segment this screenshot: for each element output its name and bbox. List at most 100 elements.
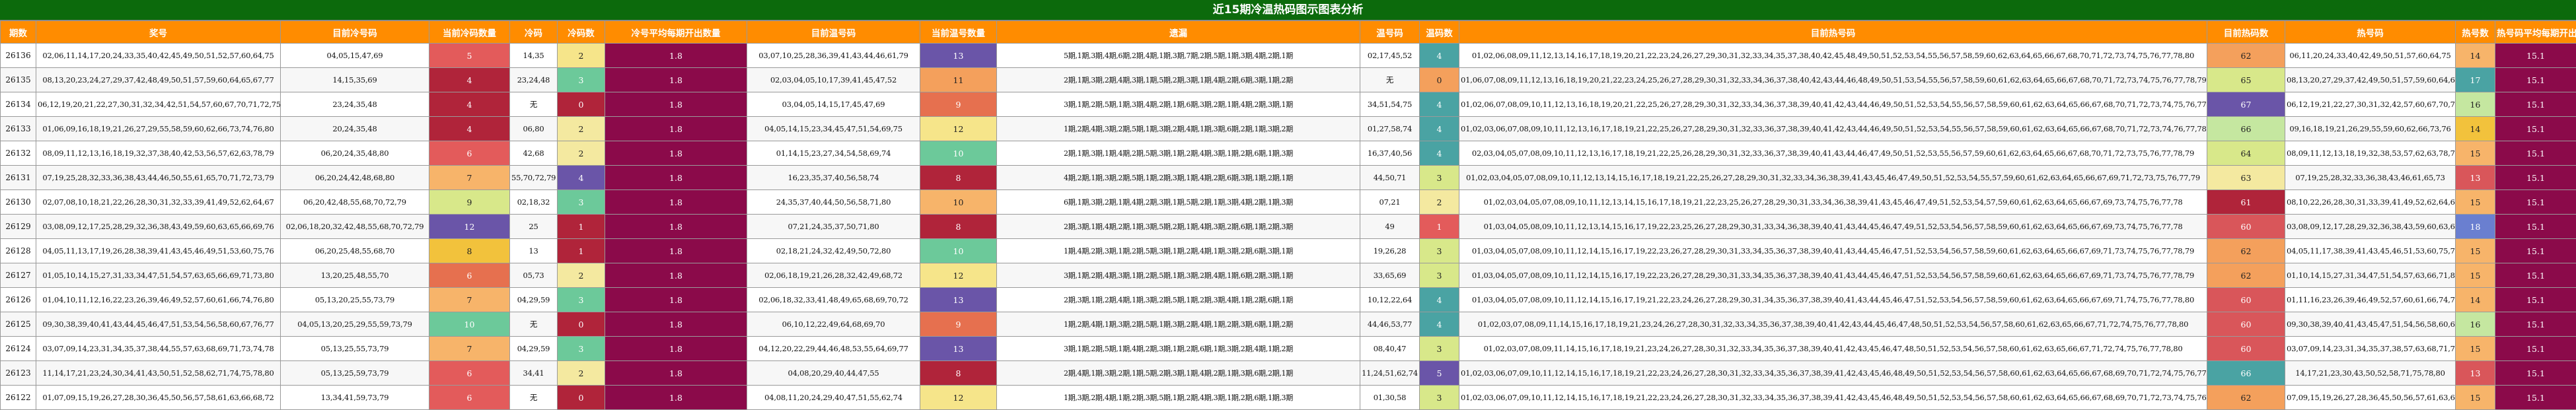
cold-hit-count-cell: 3: [558, 190, 605, 215]
hot-count-cell: 60: [2207, 215, 2285, 239]
hot-avg-cell: 15.1: [2495, 288, 2576, 312]
miss-cell: 5期,1期,3期,4期,6期,2期,4期,1期,3期,7期,2期,5期,1期,3…: [997, 44, 1360, 68]
table-row: 2612804,05,11,13,17,19,26,28,38,39,41,43…: [1, 239, 2576, 263]
hot-hit-cell: 07,09,15,19,26,27,28,36,45,50,56,57,61,6…: [2285, 386, 2456, 410]
cold-hit-count-cell: 0: [558, 92, 605, 117]
cold-count-cell: 7: [429, 288, 510, 312]
table-row: 2613002,07,08,10,18,21,22,26,28,30,31,32…: [1, 190, 2576, 215]
table-row: 2612903,08,09,12,17,25,28,29,32,36,38,43…: [1, 215, 2576, 239]
warm-hit-cell: 01,30,58: [1360, 386, 1420, 410]
cold-numbers-cell: 20,24,35,48: [281, 117, 429, 141]
column-header: 目前温号码: [747, 21, 920, 44]
table-row: 2612201,07,09,15,19,26,27,28,30,36,45,50…: [1, 386, 2576, 410]
warm-count-cell: 13: [920, 288, 997, 312]
column-header: 温号码: [1360, 21, 1420, 44]
draw-numbers-cell: 02,06,11,14,17,20,24,33,35,40,42,45,49,5…: [36, 44, 281, 68]
warm-hit-count-cell: 3: [1420, 386, 1459, 410]
period-cell: 26122: [1, 386, 36, 410]
cold-count-cell: 7: [429, 166, 510, 190]
warm-count-cell: 12: [920, 386, 997, 410]
table-row: 2612601,04,10,11,12,16,22,23,26,39,46,49…: [1, 288, 2576, 312]
warm-count-cell: 8: [920, 361, 997, 386]
warm-hit-cell: 49: [1360, 215, 1420, 239]
draw-numbers-cell: 01,05,10,14,15,27,31,33,34,47,51,54,57,6…: [36, 263, 281, 288]
hot-hit-count-cell: 17: [2456, 68, 2495, 92]
warm-count-cell: 13: [920, 337, 997, 361]
hot-numbers-cell: 01,03,04,05,07,08,09,10,11,12,14,15,16,1…: [1459, 239, 2207, 263]
draw-numbers-cell: 07,19,25,28,32,33,36,38,43,44,46,50,55,6…: [36, 166, 281, 190]
draw-numbers-cell: 06,12,19,20,21,22,27,30,31,32,34,42,51,5…: [36, 92, 281, 117]
cold-numbers-cell: 05,13,25,55,73,79: [281, 337, 429, 361]
warm-numbers-cell: 03,04,05,14,15,17,45,47,69: [747, 92, 920, 117]
hot-hit-count-cell: 13: [2456, 361, 2495, 386]
hot-hit-count-cell: 18: [2456, 215, 2495, 239]
warm-hit-cell: 02,17,45,52: [1360, 44, 1420, 68]
warm-count-cell: 10: [920, 141, 997, 166]
table-row: 2612509,30,38,39,40,41,43,44,45,46,47,51…: [1, 312, 2576, 337]
warm-hit-cell: 10,12,22,64: [1360, 288, 1420, 312]
cold-numbers-cell: 06,20,24,35,48,80: [281, 141, 429, 166]
warm-numbers-cell: 03,07,10,25,28,36,39,41,43,44,46,61,79: [747, 44, 920, 68]
table-row: 2612403,07,09,14,23,31,34,35,37,38,44,55…: [1, 337, 2576, 361]
draw-numbers-cell: 02,07,08,10,18,21,22,26,28,30,31,32,33,3…: [36, 190, 281, 215]
column-header: 冷号平均每期开出数量: [605, 21, 747, 44]
period-cell: 26123: [1, 361, 36, 386]
cold-avg-cell: 1.8: [605, 141, 747, 166]
warm-numbers-cell: 02,06,18,32,33,41,48,49,65,68,69,70,72: [747, 288, 920, 312]
period-cell: 26134: [1, 92, 36, 117]
period-cell: 26125: [1, 312, 36, 337]
hot-numbers-cell: 01,03,04,05,07,08,09,10,11,12,14,15,16,1…: [1459, 288, 2207, 312]
draw-numbers-cell: 01,04,10,11,12,16,22,23,26,39,46,49,52,5…: [36, 288, 281, 312]
miss-cell: 2期,1期,3期,1期,4期,2期,5期,3期,1期,2期,4期,3期,1期,2…: [997, 141, 1360, 166]
cold-hit-count-cell: 2: [558, 361, 605, 386]
cold-hit-cell: 55,70,72,79: [510, 166, 558, 190]
period-cell: 26124: [1, 337, 36, 361]
draw-numbers-cell: 03,08,09,12,17,25,28,29,32,36,38,43,49,5…: [36, 215, 281, 239]
column-header: 遗漏: [997, 21, 1360, 44]
hot-hit-count-cell: 14: [2456, 44, 2495, 68]
warm-hit-count-cell: 3: [1420, 337, 1459, 361]
table-row: 2613107,19,25,28,32,33,36,38,43,44,46,50…: [1, 166, 2576, 190]
column-header: 热号数: [2456, 21, 2495, 44]
page-title: 近15期冷温热码图示图表分析: [0, 0, 2576, 20]
warm-count-cell: 13: [920, 44, 997, 68]
period-cell: 26133: [1, 117, 36, 141]
hot-count-cell: 60: [2207, 312, 2285, 337]
hot-hit-count-cell: 16: [2456, 92, 2495, 117]
hot-avg-cell: 15.1: [2495, 337, 2576, 361]
warm-hit-count-cell: 5: [1420, 361, 1459, 386]
hot-avg-cell: 15.1: [2495, 117, 2576, 141]
cold-numbers-cell: 04,05,13,20,25,29,55,59,73,79: [281, 312, 429, 337]
cold-numbers-cell: 02,06,18,20,32,42,48,55,68,70,72,79: [281, 215, 429, 239]
cold-numbers-cell: 13,34,41,59,73,79: [281, 386, 429, 410]
draw-numbers-cell: 01,06,09,16,18,19,21,26,27,29,55,58,59,6…: [36, 117, 281, 141]
hot-hit-count-cell: 14: [2456, 288, 2495, 312]
hot-hit-cell: 14,17,21,23,30,43,50,52,58,71,75,78,80: [2285, 361, 2456, 386]
warm-numbers-cell: 02,18,21,24,32,42,49,50,72,80: [747, 239, 920, 263]
cold-hit-count-cell: 0: [558, 312, 605, 337]
warm-hit-cell: 34,51,54,75: [1360, 92, 1420, 117]
warm-hit-count-cell: 3: [1420, 166, 1459, 190]
warm-hit-cell: 08,40,47: [1360, 337, 1420, 361]
cold-hit-count-cell: 1: [558, 239, 605, 263]
warm-numbers-cell: 06,10,12,22,49,64,68,69,70: [747, 312, 920, 337]
cold-numbers-cell: 04,05,15,47,69: [281, 44, 429, 68]
warm-hit-count-cell: 4: [1420, 141, 1459, 166]
column-header: 目前冷号码: [281, 21, 429, 44]
cold-hit-cell: 13: [510, 239, 558, 263]
hot-hit-cell: 08,10,22,26,28,30,31,33,39,41,49,52,62,6…: [2285, 190, 2456, 215]
column-header: 热号码: [2285, 21, 2456, 44]
cold-avg-cell: 1.8: [605, 215, 747, 239]
hot-avg-cell: 15.1: [2495, 239, 2576, 263]
cold-avg-cell: 1.8: [605, 44, 747, 68]
cold-hit-count-cell: 4: [558, 166, 605, 190]
miss-cell: 2期,3期,1期,2期,4期,1期,3期,2期,5期,1期,2期,3期,4期,1…: [997, 288, 1360, 312]
hot-avg-cell: 15.1: [2495, 312, 2576, 337]
cold-count-cell: 4: [429, 117, 510, 141]
warm-count-cell: 12: [920, 263, 997, 288]
miss-cell: 4期,2期,1期,3期,2期,5期,1期,2期,3期,1期,4期,2期,6期,3…: [997, 166, 1360, 190]
hot-hit-count-cell: 16: [2456, 312, 2495, 337]
warm-count-cell: 9: [920, 92, 997, 117]
hot-numbers-cell: 02,03,04,05,07,08,09,10,11,12,13,16,17,1…: [1459, 141, 2207, 166]
warm-hit-count-cell: 3: [1420, 263, 1459, 288]
